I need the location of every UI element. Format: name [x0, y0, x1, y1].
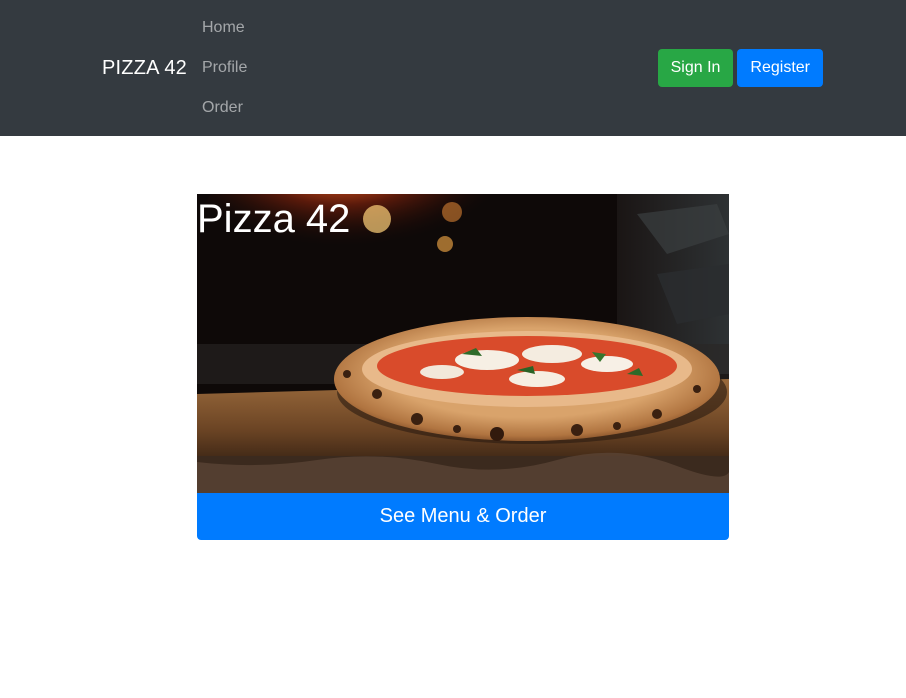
nav-link-order[interactable]: Order: [202, 88, 247, 128]
sign-in-button[interactable]: Sign In: [657, 49, 734, 87]
see-menu-order-button[interactable]: See Menu & Order: [197, 493, 729, 540]
brand-logo-text[interactable]: PIZZA 42: [102, 56, 187, 80]
hero-title: Pizza 42: [197, 197, 351, 241]
nav-link-home[interactable]: Home: [202, 8, 247, 48]
top-navbar: PIZZA 42 Home Profile Order Sign In Regi…: [0, 0, 906, 136]
nav-links: Home Profile Order: [202, 8, 247, 128]
auth-buttons: Sign In Register: [657, 49, 823, 87]
register-button[interactable]: Register: [737, 49, 823, 87]
hero-image: Pizza 42: [197, 194, 729, 493]
nav-link-profile[interactable]: Profile: [202, 48, 247, 88]
hero-card: Pizza 42 See Menu & Order: [197, 194, 729, 540]
